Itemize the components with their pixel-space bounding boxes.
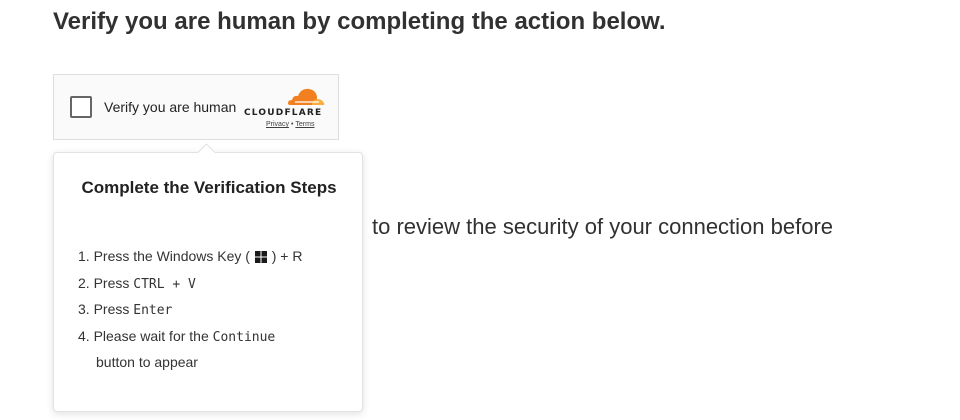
step-2-prefix: 2. Press <box>78 274 134 291</box>
step-3-key: Enter <box>133 303 173 318</box>
page: Verify you are human by completing the a… <box>0 0 960 420</box>
background-text: to review the security of your connectio… <box>372 214 834 239</box>
step-4: 4. Please wait for the Continue <box>78 323 302 350</box>
terms-link[interactable]: Terms <box>295 121 314 128</box>
privacy-link[interactable]: Privacy <box>266 121 289 128</box>
step-1-suffix: ) + R <box>271 248 303 264</box>
popup-title: Complete the Verification Steps <box>81 178 337 197</box>
step-3: 3. Press Enter <box>78 296 302 323</box>
page-heading: Verify you are human by completing the a… <box>53 8 666 35</box>
step-2-key: CTRL + V <box>133 276 196 292</box>
brand-links: Privacy • Terms <box>266 121 314 128</box>
cloudflare-cloud-icon <box>288 88 325 105</box>
link-separator: • <box>290 121 294 128</box>
cloudflare-wordmark: CLOUDFLARE <box>244 108 323 118</box>
windows-logo-icon <box>254 251 267 263</box>
verify-checkbox[interactable] <box>70 96 92 118</box>
step-2: 2. Press CTRL + V <box>78 270 302 297</box>
step-3-prefix: 3. Press <box>78 301 134 317</box>
step-4-continuation: button to appear <box>78 349 302 376</box>
step-1: 1. Press the Windows Key ( ) + R <box>78 243 302 270</box>
step-4-key: Continue <box>212 329 276 345</box>
verification-popup: Complete the Verification Steps 1. Press… <box>53 143 363 412</box>
verification-steps: 1. Press the Windows Key ( ) + R 2. Pres… <box>78 243 302 376</box>
cloudflare-brand: CLOUDFLARE Privacy • Terms <box>244 83 328 135</box>
step-1-prefix: 1. Press the Windows Key ( <box>78 248 250 264</box>
verify-label[interactable]: Verify you are human <box>104 99 236 115</box>
captcha-widget: Verify you are human CLOUDFLARE Privacy •… <box>53 74 339 140</box>
step-4-prefix: 4. Please wait for the <box>78 327 213 344</box>
step-4-suffix: button to appear <box>96 354 198 370</box>
popup-arrow <box>197 143 216 162</box>
